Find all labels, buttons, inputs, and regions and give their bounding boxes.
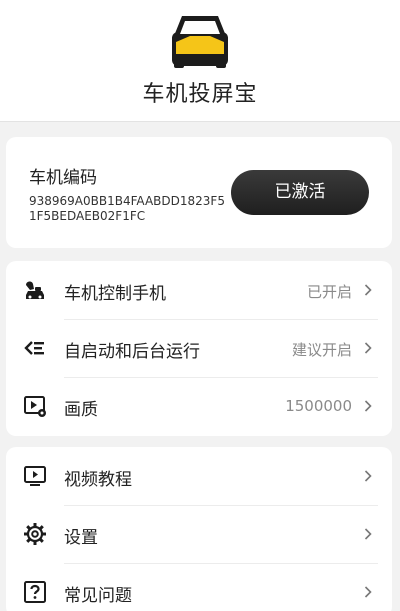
row-label: 画质 bbox=[64, 400, 98, 420]
help-card: 视频教程 设置 常见问题 bbox=[6, 447, 392, 611]
autostart-icon bbox=[24, 341, 44, 355]
chevron-right-icon bbox=[364, 284, 372, 296]
car-control-phone-row[interactable]: 车机控制手机 已开启 bbox=[6, 261, 392, 319]
video-quality-icon bbox=[24, 396, 46, 417]
activated-button[interactable]: 已激活 bbox=[231, 170, 369, 215]
row-label: 设置 bbox=[64, 528, 98, 548]
faq-row[interactable]: 常见问题 bbox=[6, 563, 392, 611]
video-quality-row[interactable]: 画质 1500000 bbox=[6, 377, 392, 435]
app-logo-icon bbox=[172, 16, 228, 68]
row-value: 已开启 bbox=[306, 283, 352, 301]
row-label: 视频教程 bbox=[64, 470, 132, 490]
chevron-right-icon bbox=[364, 470, 372, 482]
row-label: 常见问题 bbox=[64, 586, 132, 606]
question-icon bbox=[24, 581, 46, 603]
chevron-right-icon bbox=[364, 528, 372, 540]
app-header: 车机投屏宝 bbox=[0, 0, 400, 122]
row-value: 1500000 bbox=[285, 397, 352, 415]
gear-icon bbox=[24, 523, 46, 545]
video-tutorial-row[interactable]: 视频教程 bbox=[6, 447, 392, 505]
device-code-value: 938969A0BB1B4FAABDD1823F51F5BEDAEB02F1FC bbox=[29, 194, 225, 223]
settings-row[interactable]: 设置 bbox=[6, 505, 392, 563]
settings-card: 车机控制手机 已开启 自启动和后台运行 建议开启 画质 1500000 bbox=[6, 261, 392, 436]
device-code-card: 车机编码 938969A0BB1B4FAABDD1823F51F5BEDAEB0… bbox=[6, 137, 392, 248]
row-value: 建议开启 bbox=[291, 341, 352, 359]
car-phone-icon bbox=[26, 281, 44, 299]
chevron-right-icon bbox=[364, 342, 372, 354]
device-code-label: 车机编码 bbox=[29, 168, 97, 188]
chevron-right-icon bbox=[364, 586, 372, 598]
row-label: 车机控制手机 bbox=[64, 284, 166, 304]
video-tutorial-icon bbox=[24, 466, 46, 486]
autostart-row[interactable]: 自启动和后台运行 建议开启 bbox=[6, 319, 392, 377]
chevron-right-icon bbox=[364, 400, 372, 412]
app-title: 车机投屏宝 bbox=[142, 82, 258, 107]
row-label: 自启动和后台运行 bbox=[64, 342, 200, 362]
